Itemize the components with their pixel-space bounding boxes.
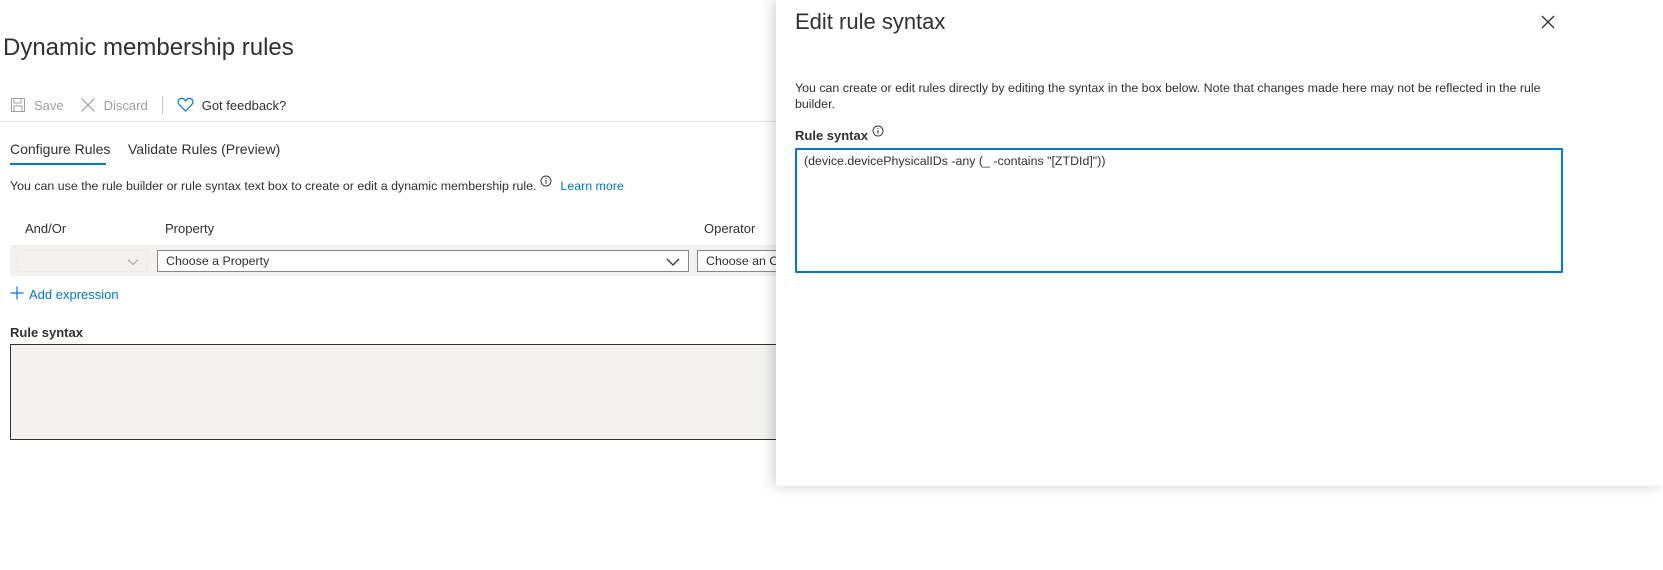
edit-rule-syntax-panel: Edit rule syntax You can create or edit … (776, 0, 1663, 486)
andor-dropdown[interactable] (17, 250, 148, 272)
command-bar: Save Discard Got feedback? (10, 94, 286, 116)
panel-rule-syntax-label: Rule syntax (795, 128, 868, 143)
operator-placeholder: Choose an O (706, 254, 780, 268)
panel-description: You can create or edit rules directly by… (795, 81, 1541, 111)
panel-title: Edit rule syntax (795, 9, 946, 34)
discard-x-icon (80, 97, 96, 113)
discard-button[interactable]: Discard (80, 94, 148, 116)
info-icon[interactable] (540, 175, 552, 190)
column-header-andor: And/Or (25, 221, 67, 236)
page-title: Dynamic membership rules (3, 34, 294, 61)
save-button[interactable]: Save (10, 94, 64, 116)
toolbar-divider-line (0, 121, 780, 122)
rule-syntax-textarea[interactable]: (device.devicePhysicalIDs -any (_ -conta… (795, 148, 1563, 273)
tab-validate-rules[interactable]: Validate Rules (Preview) (128, 141, 280, 157)
feedback-button[interactable]: Got feedback? (177, 94, 287, 116)
save-button-label: Save (34, 97, 64, 113)
chevron-down-icon (127, 256, 139, 270)
add-expression-button[interactable]: Add expression (10, 286, 119, 303)
column-header-property: Property (165, 221, 215, 236)
help-text-row: You can use the rule builder or rule syn… (10, 175, 624, 193)
feedback-button-label: Got feedback? (201, 97, 287, 113)
close-icon (1541, 15, 1555, 34)
rule-syntax-box (10, 344, 800, 440)
heart-icon (177, 97, 194, 113)
active-tab-indicator (10, 163, 106, 165)
tab-configure-rules[interactable]: Configure Rules (10, 141, 110, 157)
add-expression-label: Add expression (29, 287, 119, 302)
plus-icon (10, 286, 24, 303)
column-header-operator: Operator (704, 221, 756, 236)
close-button[interactable] (1538, 14, 1558, 34)
rule-syntax-label: Rule syntax (10, 325, 83, 340)
help-text: You can use the rule builder or rule syn… (10, 178, 537, 193)
toolbar-divider (161, 96, 163, 114)
property-dropdown[interactable]: Choose a Property (157, 250, 689, 272)
save-icon (10, 97, 26, 113)
info-icon[interactable] (872, 125, 884, 140)
property-placeholder: Choose a Property (166, 254, 270, 268)
panel-rule-syntax-label-row: Rule syntax (795, 125, 884, 143)
discard-button-label: Discard (103, 97, 148, 113)
chevron-down-icon (666, 256, 680, 270)
learn-more-link[interactable]: Learn more (560, 179, 623, 193)
